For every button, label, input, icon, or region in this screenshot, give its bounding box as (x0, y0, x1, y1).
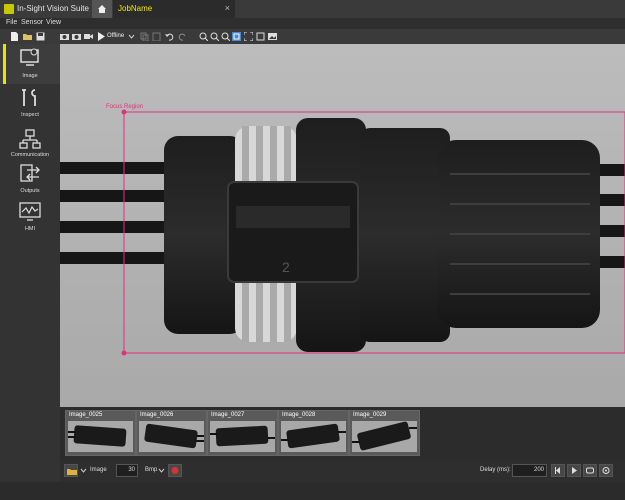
image-viewer[interactable]: 2 Focus Region (60, 44, 625, 407)
hmi-monitor-icon (19, 202, 41, 221)
home-icon (98, 5, 106, 13)
image-settings-icon (20, 48, 39, 66)
thumbnail[interactable]: Image_0028 (278, 410, 349, 456)
image-icon[interactable] (268, 32, 277, 41)
live-camera-icon[interactable] (72, 32, 81, 41)
video-icon[interactable] (84, 32, 93, 41)
thumbnail-label: Image_0029 (353, 412, 387, 418)
sidebar-item-hmi[interactable]: HMI (0, 199, 60, 239)
sidebar-item-label: Image (22, 73, 38, 79)
step-back-button[interactable] (551, 464, 565, 477)
play-button[interactable] (567, 464, 581, 477)
sidebar: Image Inspect Communication Outputs HMI (0, 44, 60, 500)
sidebar-item-label: Inspect (21, 112, 39, 118)
folder-button[interactable] (64, 464, 78, 477)
image-count-input[interactable]: 30 (116, 464, 138, 477)
close-icon[interactable]: × (225, 3, 230, 13)
tab-job-label: JobName (118, 4, 153, 13)
sidebar-item-image[interactable]: Image (0, 44, 60, 84)
thumbnail[interactable]: Image_0025 (65, 410, 136, 456)
thumbnail-image (68, 421, 133, 452)
outputs-icon (20, 164, 40, 182)
thumbnail[interactable]: Image_0026 (136, 410, 207, 456)
zoom-fit-icon[interactable] (221, 32, 230, 41)
thumbnail-label: Image_0026 (140, 412, 174, 418)
thumbnail-label: Image_0028 (282, 412, 316, 418)
expand-icon[interactable] (244, 32, 253, 41)
save-icon[interactable] (36, 32, 45, 41)
status-bar (0, 482, 625, 500)
undo-icon[interactable] (165, 32, 174, 41)
title-bar: In-Sight Vision Suite JobName × (0, 0, 625, 18)
record-icon (171, 467, 179, 474)
settings-button[interactable] (599, 464, 613, 477)
gear-icon (602, 467, 610, 474)
paste-icon[interactable] (152, 32, 161, 41)
sidebar-item-label: Outputs (20, 188, 40, 194)
online-status-dropdown[interactable]: Offline (107, 33, 124, 39)
delay-label: Delay (ms): (480, 467, 511, 473)
redo-icon[interactable] (178, 32, 187, 41)
loop-button[interactable] (583, 464, 597, 477)
recording-bar: Image 30 Bmp Delay (ms): 200 (60, 460, 625, 482)
sidebar-item-label: HMI (24, 226, 36, 232)
chevron-down-icon[interactable] (158, 467, 165, 474)
thumbnail-image (139, 421, 204, 452)
thumbnail-image (210, 421, 275, 452)
chevron-down-icon[interactable] (80, 467, 87, 474)
sidebar-item-inspect[interactable]: Inspect (0, 85, 60, 125)
loop-icon (586, 467, 594, 474)
sidebar-item-outputs[interactable]: Outputs (0, 161, 60, 201)
network-icon (19, 129, 41, 149)
record-button[interactable] (168, 464, 182, 477)
play-icon (572, 467, 577, 474)
open-folder-icon[interactable] (23, 32, 32, 41)
tab-job[interactable]: JobName × (113, 0, 235, 18)
step-back-icon (555, 467, 560, 474)
app-logo-icon (4, 4, 14, 14)
thumbnail-image (352, 421, 417, 452)
thumbnail-label: Image_0025 (69, 412, 103, 418)
toolbar: Offline (0, 29, 625, 44)
folder-icon (67, 469, 77, 475)
menu-sensor[interactable]: Sensor (21, 19, 43, 26)
chevron-down-icon[interactable] (127, 32, 136, 41)
source-select[interactable]: Image (90, 467, 107, 473)
thumbnail[interactable]: Image_0029 (349, 410, 420, 456)
zoom-out-icon[interactable] (210, 32, 219, 41)
copy-icon[interactable] (140, 32, 149, 41)
delay-input[interactable]: 200 (512, 464, 547, 477)
sidebar-item-label: Communication (10, 152, 50, 158)
thumbnail[interactable]: Image_0027 (207, 410, 278, 456)
menu-file[interactable]: File (6, 19, 17, 26)
connector-image: 2 Focus Region (60, 44, 625, 407)
part-marking: 2 (282, 259, 290, 275)
menu-bar: File Sensor View (0, 18, 625, 29)
format-select[interactable]: Bmp (145, 467, 157, 473)
filmstrip: Image_0025 Image_0026 Image_0027 Image_0… (60, 407, 625, 460)
camera-icon[interactable] (60, 32, 69, 41)
tools-icon (22, 89, 36, 106)
thumbnail-image (281, 421, 346, 452)
crop-icon[interactable] (256, 32, 265, 41)
focus-region-label: Focus Region (106, 104, 143, 110)
app-title: In-Sight Vision Suite (17, 4, 89, 13)
new-file-icon[interactable] (10, 32, 19, 41)
fit-to-window-icon[interactable] (232, 32, 241, 41)
zoom-in-icon[interactable] (199, 32, 208, 41)
play-icon[interactable] (97, 32, 106, 41)
thumbnail-label: Image_0027 (211, 412, 245, 418)
menu-view[interactable]: View (46, 19, 61, 26)
home-tab[interactable] (92, 0, 112, 18)
